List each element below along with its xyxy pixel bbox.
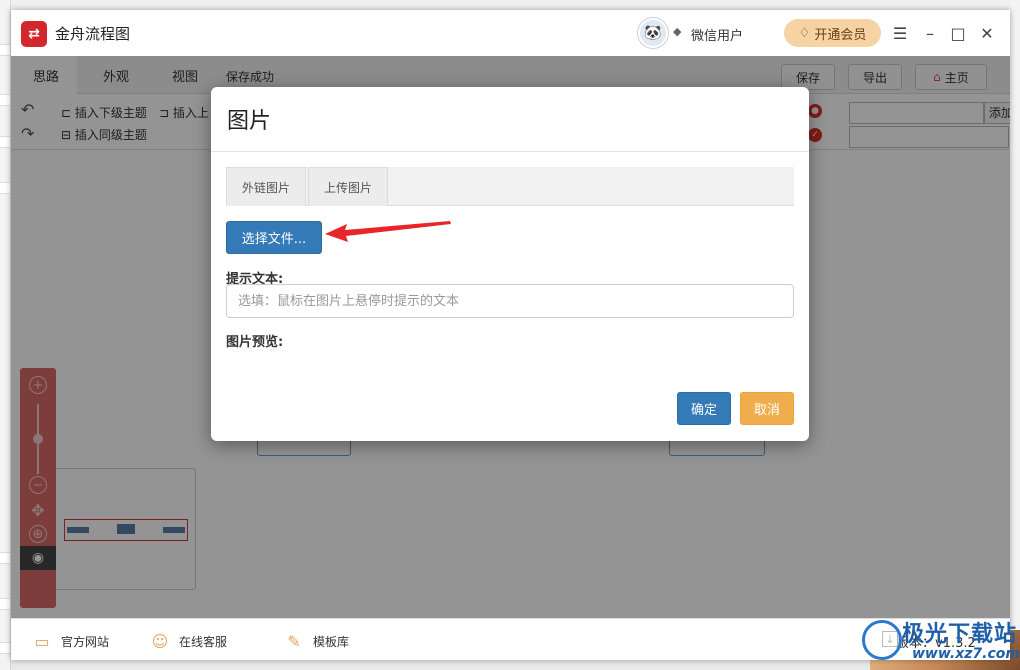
watermark-logo-icon bbox=[862, 620, 902, 660]
confirm-button[interactable]: 确定 bbox=[677, 392, 731, 425]
watermark: 极光下载站 www.xz7.com bbox=[862, 612, 1020, 666]
diamond-icon: ♢ bbox=[798, 25, 811, 41]
website-label: 官方网站 bbox=[61, 634, 110, 649]
menu-icon[interactable]: ☰ bbox=[889, 22, 911, 44]
dialog-title: 图片 bbox=[227, 109, 272, 134]
support-label: 在线客服 bbox=[179, 634, 228, 649]
app-title: 金舟流程图 bbox=[55, 25, 131, 43]
background-window-strip bbox=[0, 598, 10, 610]
annotation-arrow-icon bbox=[325, 221, 451, 242]
support-link[interactable]: ☺ 在线客服 bbox=[149, 631, 228, 651]
maximize-icon[interactable]: □ bbox=[947, 22, 969, 44]
background-window-strip bbox=[0, 552, 10, 564]
image-preview-label: 图片预览: bbox=[226, 335, 284, 350]
background-window-strip bbox=[0, 182, 10, 194]
dialog-divider bbox=[211, 151, 809, 152]
background-window-strip bbox=[0, 94, 10, 106]
desktop-background-right bbox=[1010, 0, 1020, 670]
cancel-button[interactable]: 取消 bbox=[740, 392, 794, 425]
hint-text-input[interactable] bbox=[226, 284, 794, 318]
templates-link[interactable]: ✎ 模板库 bbox=[283, 631, 350, 651]
vip-label: 开通会员 bbox=[814, 27, 867, 43]
monitor-icon: ▭ bbox=[34, 631, 50, 651]
image-dialog: 图片 外链图片 上传图片 选择文件... 提示文本: 图片预览: 确定 取消 bbox=[211, 87, 809, 441]
background-window-strip bbox=[0, 136, 10, 148]
user-name[interactable]: 微信用户 bbox=[691, 25, 743, 44]
choose-file-button[interactable]: 选择文件... bbox=[226, 221, 322, 254]
user-icon: ☺ bbox=[151, 631, 169, 651]
background-window-strip bbox=[0, 642, 10, 654]
title-bar: ⇄ 金舟流程图 🐼 ◆ 微信用户 ♢ 开通会员 ☰ – □ ✕ bbox=[11, 10, 1010, 56]
desktop-background-left bbox=[0, 0, 11, 670]
background-window-strip bbox=[0, 44, 10, 56]
tab-external-image[interactable]: 外链图片 bbox=[226, 167, 306, 206]
dialog-tabs: 外链图片 上传图片 bbox=[226, 167, 794, 206]
watermark-title: 极光下载站 bbox=[902, 622, 1018, 647]
footer-bar: ▭ 官方网站 ☺ 在线客服 ✎ 模板库 ↓ 版本：v1.3.2 bbox=[11, 618, 1010, 660]
tab-upload-image[interactable]: 上传图片 bbox=[308, 167, 388, 206]
watermark-url: www.xz7.com bbox=[912, 646, 1020, 662]
user-avatar[interactable]: 🐼 bbox=[638, 18, 668, 48]
vip-button[interactable]: ♢ 开通会员 bbox=[784, 19, 881, 47]
brush-icon: ✎ bbox=[287, 631, 301, 651]
diamond-icon: ◆ bbox=[673, 25, 682, 38]
website-link[interactable]: ▭ 官方网站 bbox=[31, 631, 110, 651]
app-logo-icon: ⇄ bbox=[21, 21, 47, 47]
close-icon[interactable]: ✕ bbox=[976, 22, 998, 44]
templates-label: 模板库 bbox=[313, 634, 350, 649]
desktop-background-top bbox=[11, 0, 1011, 10]
minimize-icon[interactable]: – bbox=[919, 22, 941, 44]
